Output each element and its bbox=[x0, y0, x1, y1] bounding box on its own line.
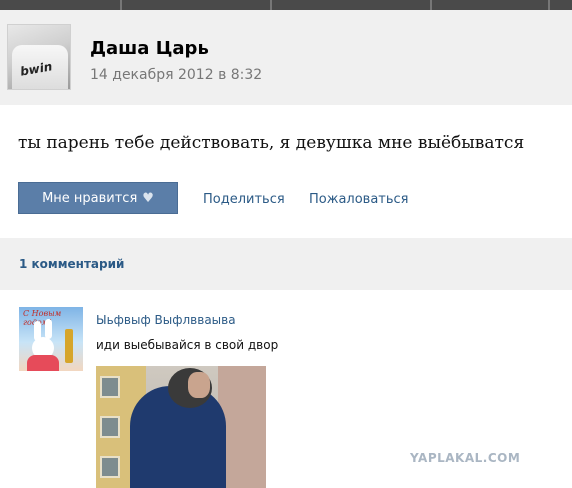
like-button[interactable]: Мне нравится ♥ bbox=[18, 182, 178, 214]
photo-window bbox=[100, 456, 120, 478]
comment-author-name[interactable]: Ыьфвыф Выфлвваыва bbox=[96, 313, 236, 327]
photo-window bbox=[100, 376, 120, 398]
comments-count[interactable]: 1 комментарий bbox=[19, 257, 124, 271]
comment-author-avatar[interactable]: С Новым годом! bbox=[19, 307, 83, 371]
like-button-label: Мне нравится bbox=[42, 190, 138, 206]
photo-window bbox=[100, 416, 120, 438]
top-bar-divider bbox=[120, 0, 122, 10]
post-header bbox=[0, 10, 572, 105]
post-author-name[interactable]: Даша Царь bbox=[90, 38, 209, 59]
heart-icon: ♥ bbox=[142, 190, 154, 206]
post-text: ты парень тебе действовать, я девушка мн… bbox=[18, 133, 525, 153]
comment-photo[interactable] bbox=[96, 366, 266, 488]
photo-person-face bbox=[188, 372, 210, 398]
post-date[interactable]: 14 декабря 2012 в 8:32 bbox=[90, 67, 262, 83]
site-watermark: YAPLAKAL.COM bbox=[410, 451, 521, 465]
top-bar-divider bbox=[430, 0, 432, 10]
author-avatar[interactable]: bwin bbox=[7, 24, 71, 90]
bunny-body bbox=[27, 355, 59, 371]
top-bar-divider bbox=[270, 0, 272, 10]
comment-text: иди выебывайся в свой двор bbox=[96, 338, 279, 352]
top-bar bbox=[0, 0, 572, 10]
bunny-ear bbox=[45, 319, 52, 339]
champagne-bottle bbox=[65, 329, 73, 363]
share-link[interactable]: Поделиться bbox=[203, 192, 285, 207]
report-link[interactable]: Пожаловаться bbox=[309, 192, 409, 207]
top-bar-divider bbox=[548, 0, 550, 10]
avatar-greeting-text: С Новым годом! bbox=[23, 309, 62, 327]
